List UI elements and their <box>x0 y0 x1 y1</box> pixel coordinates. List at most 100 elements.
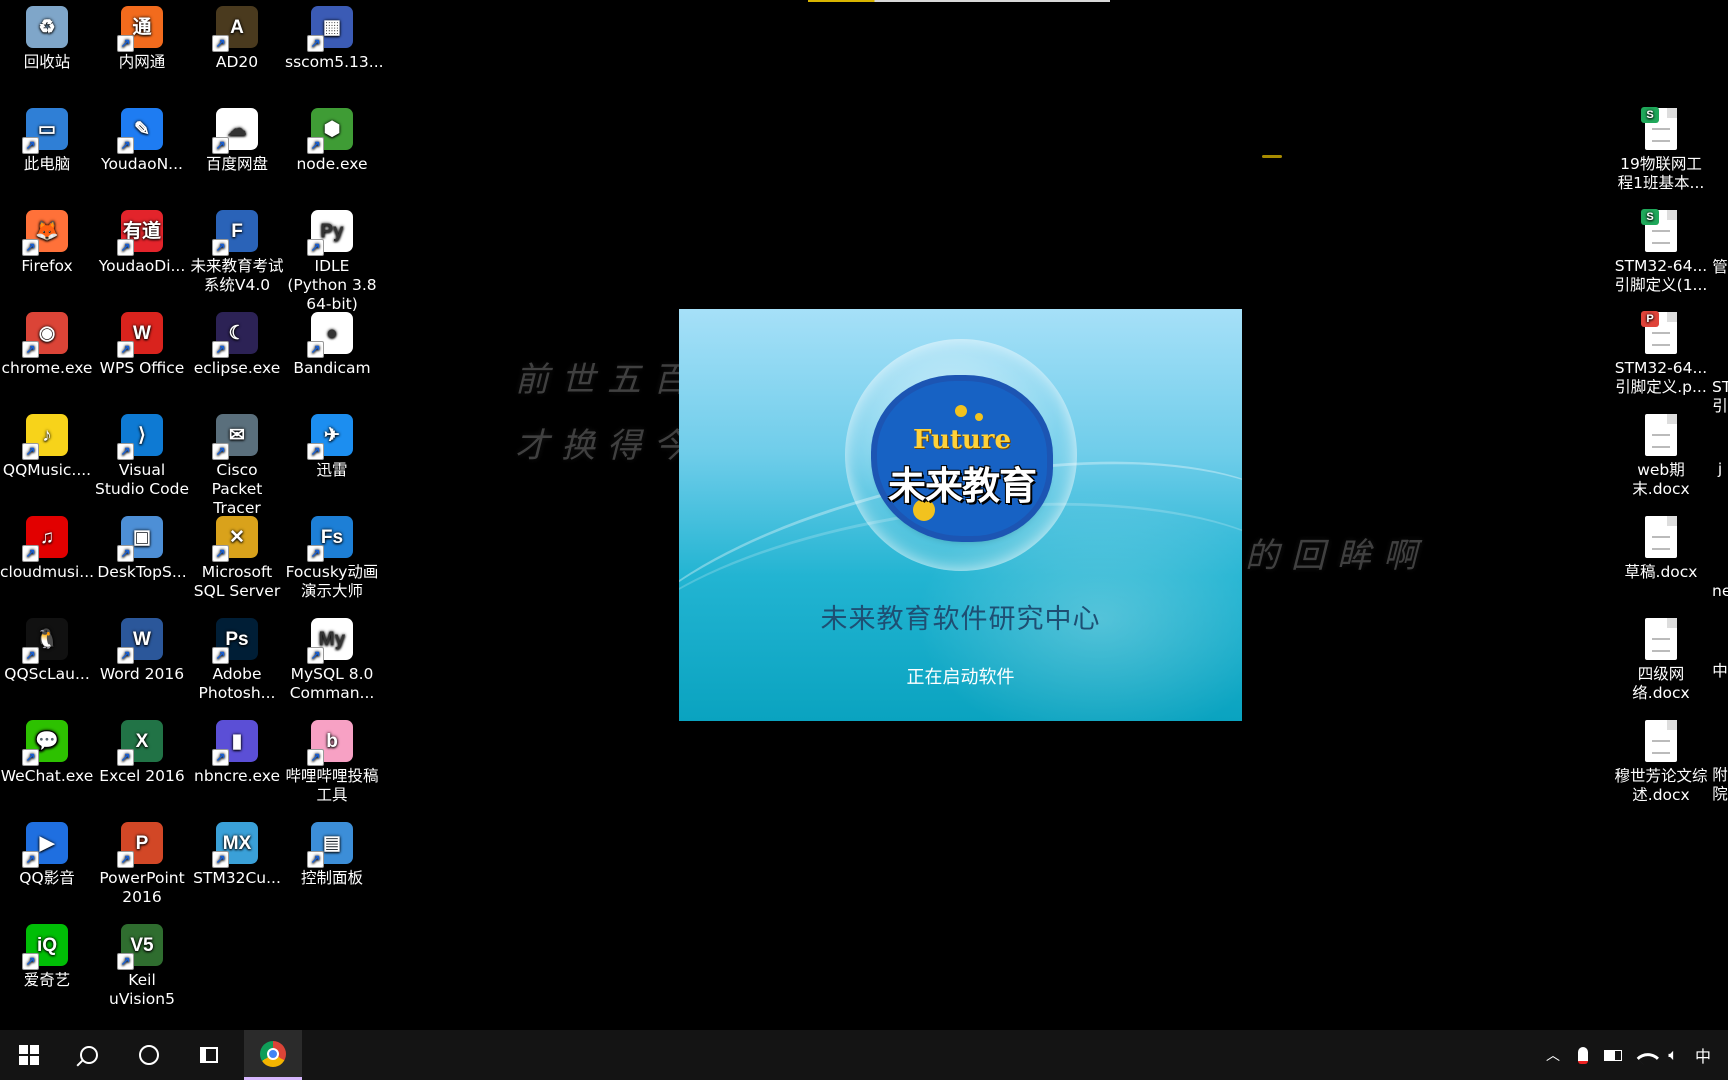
desktop-file[interactable]: 穆世芳论文综述.docx <box>1614 716 1708 805</box>
desktop-icon[interactable]: W ↗ Word 2016 <box>95 614 189 684</box>
desktop-icon[interactable]: ✉ ↗ Cisco Packet Tracer <box>190 410 284 518</box>
desktop-file[interactable]: web期末.docx <box>1614 410 1708 499</box>
desktop-icon[interactable]: ● ↗ Bandicam <box>285 308 379 378</box>
cortana-button[interactable] <box>120 1030 178 1080</box>
desktop-icon[interactable]: b ↗ 哔哩哔哩投稿工具 <box>285 716 379 805</box>
taskbar: ︿ 🔈︎ 中 <box>0 1030 1728 1080</box>
qq-tray-icon <box>1578 1046 1588 1064</box>
shortcut-arrow-icon: ↗ <box>117 647 134 664</box>
desktop-icon[interactable]: ▶ ↗ QQ影音 <box>0 818 94 888</box>
desktop-icon[interactable]: ♪ ↗ QQMusic.... <box>0 410 94 480</box>
desktop-file-label-clipped[interactable]: 中 <box>1712 662 1728 681</box>
desktop-icon[interactable]: A ↗ AD20 <box>190 2 284 72</box>
powerpoint-icon: P ↗ <box>117 822 163 868</box>
mysql-icon: My ↗ <box>307 618 353 664</box>
desktop-icon[interactable]: 🦊 ↗ Firefox <box>0 206 94 276</box>
tray-battery-button[interactable] <box>1600 1030 1626 1080</box>
shortcut-arrow-icon: ↗ <box>22 137 39 154</box>
desktop-file-label: 19物联网工程1班基本... <box>1617 155 1705 192</box>
shortcut-arrow-icon: ↗ <box>22 341 39 358</box>
tray-qq-button[interactable] <box>1572 1030 1594 1080</box>
desktop-icon[interactable]: Py ↗ IDLE (Python 3.8 64-bit) <box>285 206 379 314</box>
desktop-share-icon: ▣ ↗ <box>117 516 163 562</box>
desktop-file[interactable]: 四级网络.docx <box>1614 614 1708 703</box>
desktop-icon[interactable]: 🐧 ↗ QQScLau... <box>0 614 94 684</box>
desktop-icon[interactable]: ♻ 回收站 <box>0 2 94 72</box>
desktop-file-label-clipped[interactable]: ne <box>1712 582 1728 601</box>
desktop-file[interactable]: S 19物联网工程1班基本... <box>1614 104 1708 193</box>
shortcut-arrow-icon: ↗ <box>22 647 39 664</box>
windows-icon <box>19 1045 39 1065</box>
desktop-icon[interactable]: ♫ ↗ cloudmusi... <box>0 512 94 582</box>
file-type-badge: S <box>1641 209 1659 225</box>
taskbar-chrome-button[interactable] <box>244 1030 302 1080</box>
desktop-icon[interactable]: ▣ ↗ DeskTopS... <box>95 512 189 582</box>
desktop-icon-label: Adobe Photosh... <box>198 665 276 702</box>
packet-tracer-icon: ✉ ↗ <box>212 414 258 460</box>
desktop-icon[interactable]: Ps ↗ Adobe Photosh... <box>190 614 284 703</box>
desktop-icon[interactable]: X ↗ Excel 2016 <box>95 716 189 786</box>
docx-icon <box>1645 414 1677 456</box>
desktop-icon-label: STM32Cu... <box>193 869 281 887</box>
desktop-icon[interactable]: ☾ ↗ eclipse.exe <box>190 308 284 378</box>
stm32cube-icon: MX ↗ <box>212 822 258 868</box>
search-button[interactable] <box>60 1030 118 1080</box>
desktop-icon[interactable]: V5 ↗ Keil uVision5 <box>95 920 189 1009</box>
desktop-icon[interactable]: W ↗ WPS Office <box>95 308 189 378</box>
desktop-icon[interactable]: ✎ ↗ YoudaoN... <box>95 104 189 174</box>
tray-ime-button[interactable]: 中 <box>1690 1030 1716 1080</box>
firefox-icon: 🦊 ↗ <box>22 210 68 256</box>
desktop-icon[interactable]: 有道 ↗ YoudaoDi... <box>95 206 189 276</box>
desktop-icon[interactable]: ⟩ ↗ Visual Studio Code <box>95 410 189 499</box>
desktop-file[interactable]: 草稿.docx <box>1614 512 1708 582</box>
tray-volume-button[interactable]: 🔈︎ <box>1660 1030 1686 1080</box>
desktop-icon[interactable]: ▭ ↗ 此电脑 <box>0 104 94 174</box>
desktop-icon[interactable]: ◉ ↗ chrome.exe <box>0 308 94 378</box>
desktop-file[interactable]: S STM32-64...引脚定义(1... <box>1614 206 1708 295</box>
desktop-icon[interactable]: ⬢ ↗ node.exe <box>285 104 379 174</box>
desktop-file-label: 穆世芳论文综述.docx <box>1614 767 1708 804</box>
desktop-icon[interactable]: ✈ ↗ 迅雷 <box>285 410 379 480</box>
qqmusic-icon: ♪ ↗ <box>22 414 68 460</box>
desktop-icon-label: eclipse.exe <box>193 359 281 377</box>
desktop-icon-label: Visual Studio Code <box>95 461 189 498</box>
shortcut-arrow-icon: ↗ <box>117 749 134 766</box>
youdao-note-icon: ✎ ↗ <box>117 108 163 154</box>
desktop-icon[interactable]: ▤ ↗ 控制面板 <box>285 818 379 888</box>
desktop-icon[interactable]: iQ ↗ 爱奇艺 <box>0 920 94 990</box>
task-view-button[interactable] <box>180 1030 238 1080</box>
future-edu-icon: F ↗ <box>212 210 258 256</box>
desktop-icon[interactable]: 通 ↗ 内网通 <box>95 2 189 72</box>
desktop-file-label: 四级网络.docx <box>1632 665 1690 702</box>
qq-icon: 🐧 ↗ <box>22 618 68 664</box>
desktop-icon[interactable]: ▮ ↗ nbncre.exe <box>190 716 284 786</box>
tray-network-button[interactable] <box>1632 1030 1660 1080</box>
desktop-icon[interactable]: ✕ ↗ Microsoft SQL Server <box>190 512 284 601</box>
youdao-dict-icon: 有道 ↗ <box>117 210 163 256</box>
desktop-icon[interactable]: ▦ ↗ sscom5.13... <box>285 2 384 72</box>
desktop-icon[interactable]: F ↗ 未来教育考试系统V4.0 <box>190 206 284 295</box>
desktop-file-label-clipped[interactable]: 管 <box>1712 258 1728 277</box>
desktop-icon-label: Firefox <box>21 257 73 275</box>
desktop-file-label-clipped[interactable]: 附 院 <box>1712 766 1728 804</box>
netease-music-icon: ♫ ↗ <box>22 516 68 562</box>
shortcut-arrow-icon: ↗ <box>307 239 324 256</box>
tray-overflow-button[interactable]: ︿ <box>1542 1030 1564 1080</box>
desktop-icon[interactable]: ☁ ↗ 百度网盘 <box>190 104 284 174</box>
desktop-file-label-clipped[interactable]: j <box>1712 460 1728 479</box>
neiwangtong-icon: 通 ↗ <box>117 6 163 52</box>
shortcut-arrow-icon: ↗ <box>307 35 324 52</box>
desktop-icon[interactable]: Fs ↗ Focusky动画演示大师 <box>285 512 379 601</box>
splash-window: Future 未来教育 未来教育软件研究中心 正在启动软件 <box>679 309 1242 721</box>
bandicam-icon: ● ↗ <box>307 312 353 358</box>
desktop-icon[interactable]: 💬 ↗ WeChat.exe <box>0 716 94 786</box>
desktop-icon[interactable]: MX ↗ STM32Cu... <box>190 818 284 888</box>
start-button[interactable] <box>0 1030 58 1080</box>
desktop-icon-label: 爱奇艺 <box>23 971 71 989</box>
shortcut-arrow-icon: ↗ <box>307 545 324 562</box>
desktop-icon[interactable]: P ↗ PowerPoint 2016 <box>95 818 189 907</box>
shortcut-arrow-icon: ↗ <box>22 953 39 970</box>
desktop-file[interactable]: P STM32-64...引脚定义.p... <box>1614 308 1708 397</box>
desktop-file-label-clipped[interactable]: ST 引 <box>1712 378 1728 416</box>
desktop-icon[interactable]: My ↗ MySQL 8.0 Comman... <box>285 614 379 703</box>
